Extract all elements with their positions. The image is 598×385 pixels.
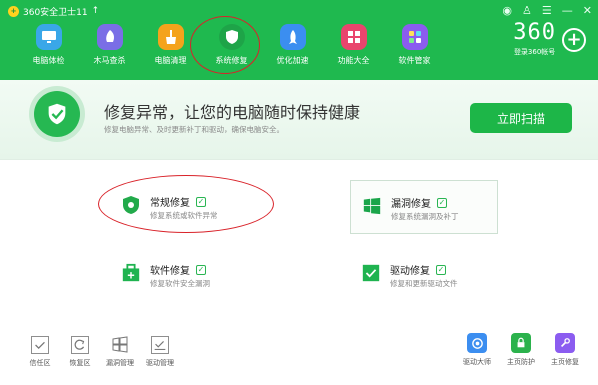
nav-label: 优化加速 [276,56,309,65]
tool-homepage-protect[interactable]: 主页防护 [502,333,540,367]
card-desc: 修复和更新驱动文件 [390,279,458,288]
nav-label: 电脑体检 [32,56,65,65]
trust-zone-icon [31,336,49,354]
shirt-icon[interactable]: ♙ [522,4,532,17]
window-controls: ◉ ♙ ☰ — ✕ [502,4,592,17]
horse-icon [96,24,123,50]
title-bar: + 360安全卫士11 ↑ [8,4,99,18]
tool-label: 主页修复 [551,358,579,366]
monitor-icon [35,24,62,50]
tool-label: 驱动大师 [463,358,491,366]
tool-vulnerability-manage[interactable]: 漏洞管理 [100,336,140,368]
nav-trojan[interactable]: 木马查杀 [79,24,140,70]
driver-manage-icon [151,336,169,354]
broom-icon [157,24,184,50]
card-checkbox[interactable]: ✓ [196,264,206,275]
tool-homepage-repair[interactable]: 主页修复 [546,333,584,367]
nav-label: 电脑清理 [154,56,187,65]
card-desc: 修复系统漏洞及补丁 [391,212,459,221]
card-checkbox[interactable]: ✓ [436,264,446,275]
brand-logo: 360 [513,20,556,45]
software-box-icon [120,262,142,284]
card-desc: 修复软件安全漏洞 [150,279,210,288]
restore-zone-icon [71,336,89,354]
mini-icon[interactable]: ◉ [502,4,512,17]
highlight-circle [190,16,260,74]
scan-now-button[interactable]: 立即扫描 [470,103,572,133]
tool-label: 主页防护 [507,358,535,366]
close-icon[interactable]: ✕ [583,4,592,17]
windows-icon [361,195,383,217]
banner-subtitle: 修复电脑异常、及时更新补丁和驱动，确保电脑安全。 [104,125,284,134]
tool-label: 驱动管理 [146,359,174,367]
nav-label: 木马查杀 [93,56,126,65]
app-title: 360安全卫士11 [23,7,88,18]
driver-master-icon [467,333,487,353]
tool-label: 恢复区 [69,359,91,367]
bottom-tools: 信任区 恢复区 漏洞管理 驱动管理 [20,336,180,368]
vulnerability-manage-icon [111,336,129,354]
rocket-icon [279,24,306,50]
tool-driver-manage[interactable]: 驱动管理 [140,336,180,368]
nav-label: 功能大全 [337,56,370,65]
card-title: 软件修复 [150,266,190,277]
tool-restore-zone[interactable]: 恢复区 [60,336,100,368]
nav-optimize[interactable]: 优化加速 [262,24,323,70]
homepage-protect-icon [511,333,531,353]
brand-area[interactable]: 360 登录360帐号 + [513,22,586,57]
app-logo-icon: + [8,5,19,17]
card-software-repair[interactable]: 软件修复 ✓ 修复软件安全漏洞 [110,248,258,302]
right-tools: 驱动大师 主页防护 主页修复 [458,333,584,367]
nav-features[interactable]: 功能大全 [323,24,384,70]
minimize-icon[interactable]: — [562,4,573,17]
driver-icon [360,262,382,284]
nav-checkup[interactable]: 电脑体检 [18,24,79,70]
nav-label: 软件管家 [398,56,431,65]
login-link[interactable]: 登录360帐号 [514,47,555,57]
card-title: 驱动修复 [390,266,430,277]
tool-driver-master[interactable]: 驱动大师 [458,333,496,367]
homepage-repair-icon [555,333,575,353]
tool-label: 信任区 [29,359,51,367]
nav-software[interactable]: 软件管家 [384,24,445,70]
shield-check-icon [34,91,80,137]
upgrade-arrow-icon[interactable]: ↑ [92,6,100,16]
menu-icon[interactable]: ☰ [542,4,552,17]
tool-label: 漏洞管理 [106,359,134,367]
card-driver-repair[interactable]: 驱动修复 ✓ 修复和更新驱动文件 [350,248,498,302]
card-checkbox[interactable]: ✓ [437,197,447,208]
card-vulnerability-repair[interactable]: 漏洞修复 ✓ 修复系统漏洞及补丁 [350,180,498,234]
highlight-circle [98,175,274,233]
grid-icon [340,24,367,50]
banner-headline: 修复异常，让您的电脑随时保持健康 [104,103,361,122]
tool-trust-zone[interactable]: 信任区 [20,336,60,368]
apps-icon [401,24,428,50]
card-title: 漏洞修复 [391,199,431,210]
plus-icon[interactable]: + [562,27,586,52]
